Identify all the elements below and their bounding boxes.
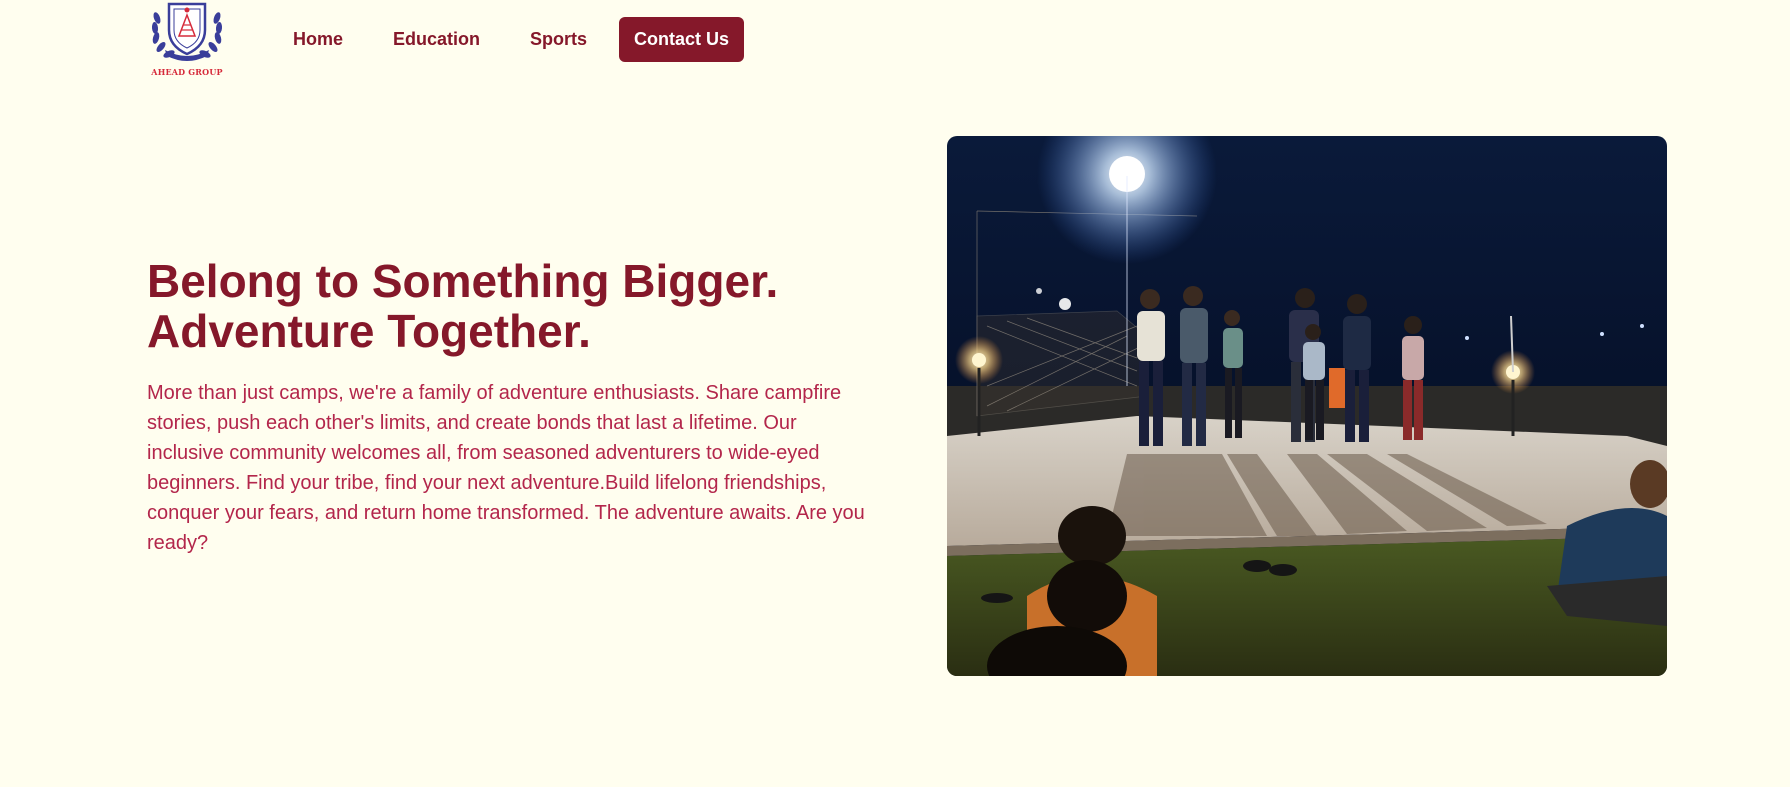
hero-text: Belong to Something Bigger. Adventure To… bbox=[147, 256, 887, 558]
nav-education-link[interactable]: Education bbox=[377, 17, 496, 62]
hero-headline-line-1: Belong to Something Bigger. bbox=[147, 255, 779, 307]
hero-photo bbox=[947, 136, 1667, 676]
nav-sports-link[interactable]: Sports bbox=[514, 17, 603, 62]
contact-us-button[interactable]: Contact Us bbox=[619, 17, 745, 62]
night-campfire-group-photo bbox=[947, 136, 1667, 676]
nav-home-link[interactable]: Home bbox=[277, 17, 359, 62]
logo[interactable]: AHEAD GROUP bbox=[147, 0, 227, 80]
main-nav: Home Education Sports Contact Us bbox=[277, 17, 745, 62]
hero-headline-line-2: Adventure Together. bbox=[147, 305, 591, 357]
navbar: AHEAD GROUP Home Education Sports Contac… bbox=[0, 0, 1790, 80]
hero-headline: Belong to Something Bigger. Adventure To… bbox=[147, 256, 887, 356]
logo-text: AHEAD GROUP bbox=[151, 67, 223, 77]
hero-body-copy: More than just camps, we're a family of … bbox=[147, 382, 865, 554]
crest-laurel-icon bbox=[151, 2, 223, 61]
